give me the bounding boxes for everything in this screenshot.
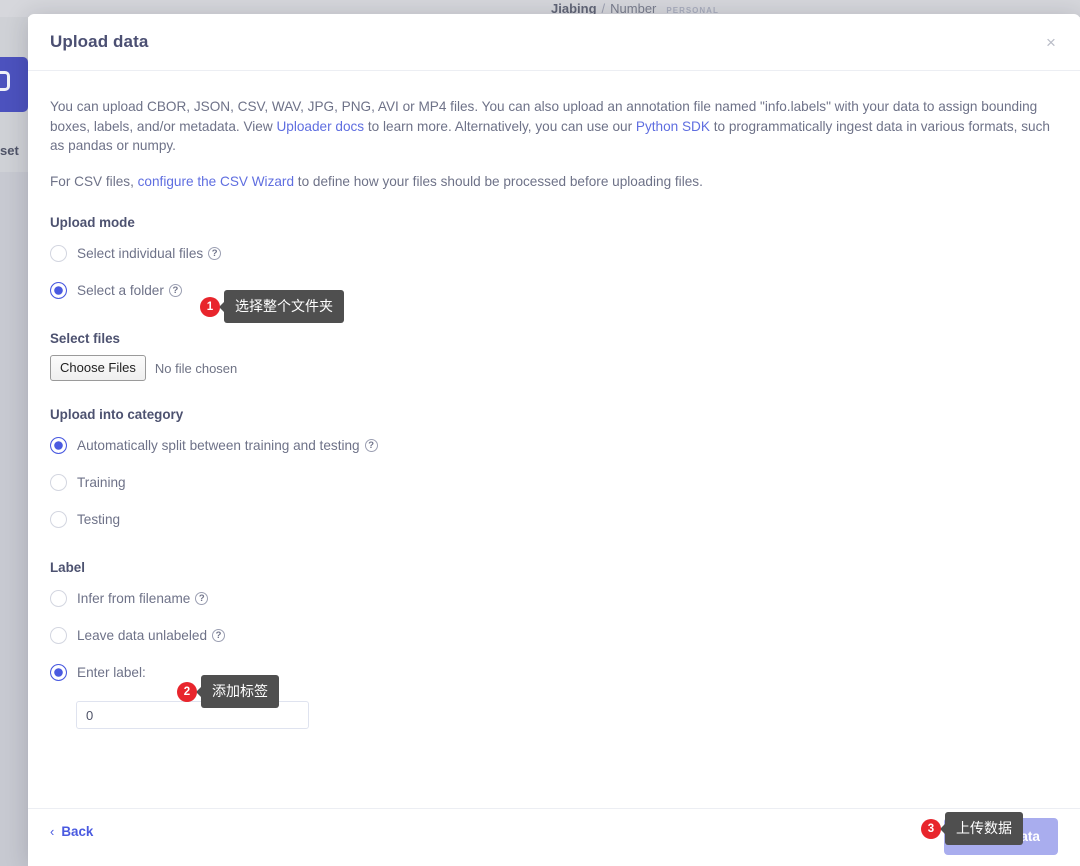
radio-label-infer-from-filename: Infer from filename	[77, 591, 191, 606]
csv-wizard-link[interactable]: configure the CSV Wizard	[138, 174, 294, 189]
upload-description: You can upload CBOR, JSON, CSV, WAV, JPG…	[50, 97, 1058, 156]
csv-note-text-1: For CSV files,	[50, 173, 138, 189]
uploader-docs-link[interactable]: Uploader docs	[276, 119, 364, 134]
csv-note-text-2: to define how your files should be proce…	[294, 173, 703, 189]
radio-enter-label[interactable]	[50, 664, 67, 681]
radio-label-select-a-folder: Select a folder	[77, 283, 164, 298]
radio-label-leave-unlabeled: Leave data unlabeled	[77, 628, 208, 643]
radio-label-enter-label: Enter label:	[77, 665, 146, 680]
csv-wizard-note: For CSV files, configure the CSV Wizard …	[50, 172, 1058, 192]
radio-testing[interactable]	[50, 511, 67, 528]
radio-row-enter-label[interactable]: Enter label:	[50, 658, 1058, 687]
sidebar-action-button[interactable]	[0, 57, 28, 112]
back-button[interactable]: ‹ Back	[50, 824, 93, 839]
radio-row-select-individual-files[interactable]: Select individual files ?	[50, 239, 1058, 268]
choose-files-button[interactable]: Choose Files	[50, 355, 146, 381]
help-icon-leave-unlabeled[interactable]: ?	[212, 629, 226, 642]
radio-row-auto-split[interactable]: Automatically split between training and…	[50, 431, 1058, 460]
dialog-footer: ‹ Back Upload data	[28, 808, 1080, 866]
label-heading: Label	[50, 560, 85, 575]
python-sdk-link[interactable]: Python SDK	[636, 119, 710, 134]
label-input[interactable]	[76, 701, 309, 729]
description-text-2: to learn more. Alternatively, you can us…	[364, 118, 636, 134]
radio-select-individual-files[interactable]	[50, 245, 67, 262]
dialog-body: You can upload CBOR, JSON, CSV, WAV, JPG…	[28, 71, 1080, 807]
close-icon[interactable]: ×	[1040, 32, 1062, 54]
radio-label-auto-split: Automatically split between training and…	[77, 438, 360, 453]
radio-row-testing[interactable]: Testing	[50, 505, 1058, 534]
radio-label-testing: Testing	[77, 512, 121, 527]
select-files-heading: Select files	[50, 331, 120, 346]
radio-training[interactable]	[50, 474, 67, 491]
radio-infer-from-filename[interactable]	[50, 590, 67, 607]
radio-row-infer-from-filename[interactable]: Infer from filename ?	[50, 584, 1058, 613]
radio-row-training[interactable]: Training	[50, 468, 1058, 497]
upload-data-button[interactable]: Upload data	[944, 818, 1058, 855]
help-icon-auto-split[interactable]: ?	[364, 439, 378, 452]
radio-label-select-individual-files: Select individual files	[77, 246, 204, 261]
help-icon-infer-from-filename[interactable]: ?	[195, 592, 209, 605]
background-sidebar-lower	[0, 172, 28, 866]
radio-label-training: Training	[77, 475, 126, 490]
dialog-title: Upload data	[50, 32, 149, 51]
back-button-label: Back	[61, 824, 94, 839]
radio-leave-unlabeled[interactable]	[50, 627, 67, 644]
file-picker-row: Choose Files No file chosen	[50, 355, 1058, 381]
radio-row-select-a-folder[interactable]: Select a folder ?	[50, 276, 1058, 305]
chevron-left-icon: ‹	[50, 824, 55, 839]
help-icon-select-individual-files[interactable]: ?	[208, 247, 222, 260]
upload-category-heading: Upload into category	[50, 407, 184, 422]
radio-row-leave-unlabeled[interactable]: Leave data unlabeled ?	[50, 621, 1058, 650]
file-chosen-status: No file chosen	[154, 360, 238, 376]
dialog-header: Upload data ×	[28, 14, 1080, 71]
radio-select-a-folder[interactable]	[50, 282, 67, 299]
radio-auto-split[interactable]	[50, 437, 67, 454]
help-icon-select-a-folder[interactable]: ?	[168, 284, 182, 297]
background-dataset-label: set	[0, 143, 19, 158]
upload-data-dialog: Upload data × You can upload CBOR, JSON,…	[28, 14, 1080, 866]
upload-mode-heading: Upload mode	[50, 215, 135, 230]
rounded-square-icon	[0, 71, 10, 91]
